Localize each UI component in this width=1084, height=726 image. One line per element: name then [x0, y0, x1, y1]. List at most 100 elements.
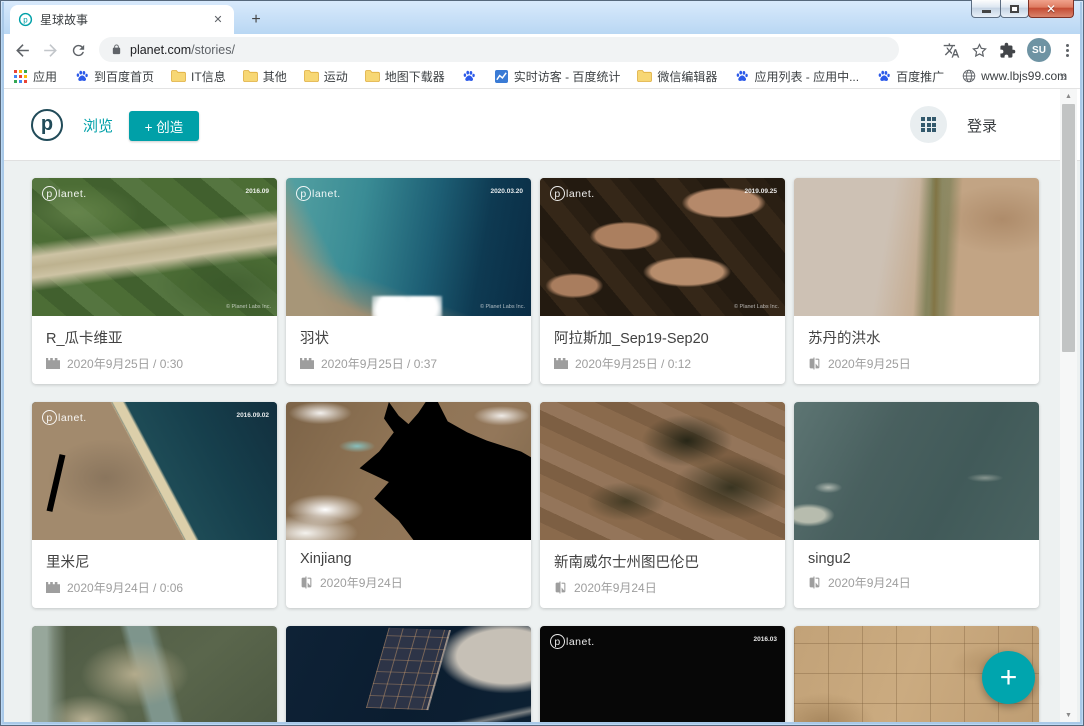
story-date: 2020年9月25日	[828, 355, 911, 372]
movie-icon	[46, 582, 60, 593]
story-card[interactable]: 新南威尔士州图巴伦巴 2020年9月24日	[540, 402, 785, 608]
story-title: singu2	[808, 551, 1025, 567]
bookmark-item[interactable]: 微信编辑器	[637, 68, 717, 85]
story-info: 阿拉斯加_Sep19-Sep20 2020年9月25日 / 0:12	[540, 316, 785, 372]
new-tab-button[interactable]: +	[244, 8, 268, 32]
story-card[interactable]: planet. 2016.09.02 里米尼 2020年9月24日 / 0:06	[32, 402, 277, 608]
folder-icon	[171, 69, 186, 84]
story-date: 2020年9月25日 / 0:12	[575, 355, 691, 372]
back-button[interactable]	[11, 39, 33, 61]
bookmark-item[interactable]: IT信息	[171, 68, 226, 85]
story-thumbnail	[794, 402, 1039, 540]
bookmark-label: IT信息	[191, 68, 226, 85]
browser-tab[interactable]: p 星球故事 ✕	[10, 5, 234, 34]
minimize-icon	[982, 10, 991, 13]
page-header: p 浏览 + 创造 登录	[3, 89, 1081, 161]
planet-logo[interactable]: p	[31, 109, 63, 141]
story-card[interactable]	[32, 626, 277, 722]
page-scrollbar[interactable]: ▲ ▼	[1060, 89, 1077, 722]
story-info: 羽状 2020年9月25日 / 0:37	[286, 316, 531, 372]
globe-icon	[961, 69, 976, 84]
forward-button[interactable]	[39, 39, 61, 61]
tab-close-icon[interactable]: ✕	[210, 12, 226, 28]
copyright-overlay: © Planet Labs Inc.	[226, 304, 271, 310]
bookmark-label: 运动	[324, 68, 348, 85]
reload-button[interactable]	[67, 39, 89, 61]
baidu-icon	[74, 69, 89, 84]
stories-viewport: planet. 2016.09 © Planet Labs Inc. R_瓜卡维…	[3, 161, 1081, 722]
story-card[interactable]: planet. 2020.03.20 © Planet Labs Inc. 羽状…	[286, 178, 531, 384]
window-minimize-button[interactable]	[971, 0, 1001, 18]
story-info: 新南威尔士州图巴伦巴 2020年9月24日	[540, 540, 785, 596]
bookmark-item[interactable]: 应用列表 - 应用中...	[734, 68, 859, 85]
svg-text:p: p	[23, 16, 28, 25]
story-date: 2020年9月24日	[574, 579, 657, 596]
window-close-button[interactable]: ✕	[1028, 0, 1074, 18]
image-date-overlay: 2016.09.02	[236, 412, 269, 419]
folder-icon	[365, 69, 380, 84]
bookmark-item[interactable]: 到百度首页	[74, 68, 154, 85]
story-title: 里米尼	[46, 551, 263, 572]
story-meta: 2020年9月25日 / 0:12	[554, 355, 771, 372]
browser-titlebar: p 星球故事 ✕ + ✕	[0, 0, 1084, 34]
bookmark-star-icon[interactable]	[971, 42, 988, 59]
apps-icon	[13, 69, 28, 84]
story-title: 阿拉斯加_Sep19-Sep20	[554, 327, 771, 348]
close-icon: ✕	[1046, 2, 1056, 16]
story-title: Xinjiang	[300, 551, 517, 567]
folder-icon	[304, 69, 319, 84]
browser-toolbar: planet.com/stories/ SU	[3, 34, 1081, 64]
story-thumbnail	[540, 402, 785, 540]
url-text: planet.com/stories/	[130, 43, 235, 57]
compare-icon	[808, 576, 821, 589]
story-info: 里米尼 2020年9月24日 / 0:06	[32, 540, 277, 596]
folder-icon	[243, 69, 258, 84]
planet-watermark: planet.	[296, 186, 341, 201]
story-card[interactable]: 苏丹的洪水 2020年9月25日	[794, 178, 1039, 384]
bookmark-item[interactable]: 运动	[304, 68, 348, 85]
story-title: 苏丹的洪水	[808, 327, 1025, 348]
planet-watermark: planet.	[42, 186, 87, 201]
bookmark-label: 微信编辑器	[657, 68, 717, 85]
bookmark-item[interactable]: 实时访客 - 百度统计	[494, 68, 621, 85]
story-card[interactable]: singu2 2020年9月24日	[794, 402, 1039, 608]
browser-menu-icon[interactable]	[1062, 44, 1073, 57]
bookmark-item[interactable]: 地图下载器	[365, 68, 445, 85]
address-bar[interactable]: planet.com/stories/	[99, 37, 899, 62]
bookmark-item[interactable]	[462, 69, 477, 84]
bookmarks-overflow-chevron[interactable]: »	[1060, 69, 1067, 84]
compare-icon	[808, 357, 821, 370]
story-card[interactable]: planet. 2019.09.25 © Planet Labs Inc. 阿拉…	[540, 178, 785, 384]
story-thumbnail: planet. 2016.03	[540, 626, 785, 722]
story-thumbnail	[794, 178, 1039, 316]
story-meta: 2020年9月24日	[554, 579, 771, 596]
bookmark-item[interactable]: 其他	[243, 68, 287, 85]
scroll-up-icon[interactable]: ▲	[1060, 89, 1077, 103]
maximize-icon	[1010, 5, 1019, 13]
extensions-puzzle-icon[interactable]	[999, 42, 1016, 59]
create-button[interactable]: + 创造	[129, 111, 199, 141]
planet-watermark: planet.	[550, 634, 595, 649]
window-maximize-button[interactable]	[1000, 0, 1029, 18]
story-meta: 2020年9月25日	[808, 355, 1025, 372]
story-card[interactable]: planet. 2016.09 © Planet Labs Inc. R_瓜卡维…	[32, 178, 277, 384]
bookmark-item[interactable]: 百度推广	[876, 68, 944, 85]
story-info: 苏丹的洪水 2020年9月25日	[794, 316, 1039, 372]
story-card[interactable]: Xinjiang 2020年9月24日	[286, 402, 531, 608]
create-story-fab[interactable]: +	[982, 651, 1035, 704]
nav-browse-link[interactable]: 浏览	[83, 115, 113, 136]
bookmark-item[interactable]: www.lbjs99.com	[961, 69, 1067, 84]
apps-grid-button[interactable]	[910, 106, 947, 143]
page-content: p 浏览 + 创造 登录 planet. 2016.09 © Planet La…	[3, 89, 1081, 722]
login-link[interactable]: 登录	[967, 115, 997, 136]
lock-icon[interactable]	[111, 43, 122, 56]
scroll-down-icon[interactable]: ▼	[1060, 708, 1077, 722]
bookmark-item[interactable]: 应用	[13, 68, 57, 85]
copyright-overlay: © Planet Labs Inc.	[480, 304, 525, 310]
story-card[interactable]	[286, 626, 531, 722]
scrollbar-thumb[interactable]	[1062, 104, 1075, 352]
translate-icon[interactable]	[943, 42, 960, 59]
story-card[interactable]: planet. 2016.03	[540, 626, 785, 722]
bookmark-label: 百度推广	[896, 68, 944, 85]
profile-avatar[interactable]: SU	[1027, 38, 1051, 62]
